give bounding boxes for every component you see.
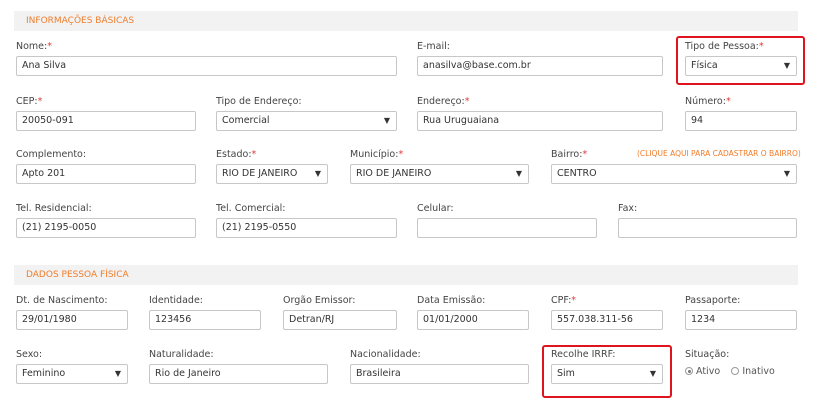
chevron-down-icon: ▼ bbox=[649, 369, 656, 378]
section-header-person-data: DADOS PESSOA FÍSICA bbox=[14, 265, 798, 285]
tel-residencial-input[interactable]: (21) 2195-0050 bbox=[16, 218, 196, 238]
chevron-down-icon: ▼ bbox=[783, 169, 790, 178]
chevron-down-icon: ▼ bbox=[783, 61, 790, 70]
tipo-pessoa-label: Tipo de Pessoa:* bbox=[685, 41, 764, 52]
nacionalidade-label: Nacionalidade: bbox=[350, 349, 421, 360]
situacao-label: Situação: bbox=[685, 349, 730, 360]
situacao-ativo-label: Ativo bbox=[696, 366, 721, 377]
sexo-select[interactable]: Feminino ▼ bbox=[16, 364, 128, 384]
bairro-label: Bairro:* bbox=[551, 149, 588, 160]
fax-label: Fax: bbox=[618, 203, 638, 214]
tel-residencial-label: Tel. Residencial: bbox=[16, 203, 92, 214]
situacao-inativo-label: Inativo bbox=[742, 366, 775, 377]
estado-label: Estado:* bbox=[216, 149, 257, 160]
tipo-endereco-select[interactable]: Comercial ▼ bbox=[216, 111, 397, 131]
cep-label: CEP:* bbox=[16, 96, 43, 107]
naturalidade-label: Naturalidade: bbox=[149, 349, 214, 360]
chevron-down-icon: ▼ bbox=[515, 169, 522, 178]
passaporte-input[interactable]: 1234 bbox=[685, 310, 797, 330]
situacao-ativo-radio[interactable] bbox=[685, 367, 693, 375]
sexo-value: Feminino bbox=[22, 368, 66, 379]
tel-comercial-input[interactable]: (21) 2195-0550 bbox=[216, 218, 397, 238]
situacao-inativo-radio[interactable] bbox=[731, 367, 740, 375]
tipo-endereco-label: Tipo de Endereço: bbox=[216, 96, 302, 107]
celular-label: Celular: bbox=[417, 203, 454, 214]
cep-input[interactable]: 20050-091 bbox=[16, 111, 196, 131]
bairro-select[interactable]: CENTRO ▼ bbox=[551, 164, 797, 184]
passaporte-label: Passaporte: bbox=[685, 295, 741, 306]
municipio-label: Município:* bbox=[350, 149, 404, 160]
recolhe-irrf-select[interactable]: Sim ▼ bbox=[551, 364, 663, 384]
nascimento-input[interactable]: 29/01/1980 bbox=[16, 310, 128, 330]
municipio-select[interactable]: RIO DE JANEIRO ▼ bbox=[350, 164, 529, 184]
bairro-value: CENTRO bbox=[557, 168, 597, 179]
nascimento-label: Dt. de Nascimento: bbox=[16, 295, 108, 306]
orgao-input[interactable]: Detran/RJ bbox=[283, 310, 397, 330]
municipio-value: RIO DE JANEIRO bbox=[356, 168, 432, 179]
estado-value: RIO DE JANEIRO bbox=[222, 168, 298, 179]
nome-label: Nome:* bbox=[16, 41, 52, 52]
sexo-label: Sexo: bbox=[16, 349, 43, 360]
estado-select[interactable]: RIO DE JANEIRO ▼ bbox=[216, 164, 328, 184]
endereco-label: Endereço:* bbox=[417, 96, 470, 107]
numero-input[interactable]: 94 bbox=[685, 111, 797, 131]
cadastrar-bairro-link[interactable]: (CLIQUE AQUI PARA CADASTRAR O BAIRRO) bbox=[637, 149, 801, 158]
chevron-down-icon: ▼ bbox=[114, 369, 121, 378]
naturalidade-input[interactable]: Rio de Janeiro bbox=[149, 364, 328, 384]
situacao-radio-group: Ativo Inativo bbox=[685, 366, 783, 377]
numero-label: Número:* bbox=[685, 96, 731, 107]
chevron-down-icon: ▼ bbox=[314, 169, 321, 178]
cpf-label: CPF:* bbox=[551, 295, 577, 306]
recolhe-irrf-label: Recolhe IRRF: bbox=[551, 349, 616, 360]
data-emissao-label: Data Emissão: bbox=[417, 295, 486, 306]
email-label: E-mail: bbox=[417, 41, 450, 52]
identidade-input[interactable]: 123456 bbox=[149, 310, 261, 330]
data-emissao-input[interactable]: 01/01/2000 bbox=[417, 310, 529, 330]
fax-input[interactable] bbox=[618, 218, 797, 238]
email-input[interactable]: anasilva@base.com.br bbox=[417, 56, 663, 76]
nacionalidade-input[interactable]: Brasileira bbox=[350, 364, 529, 384]
complemento-label: Complemento: bbox=[16, 149, 87, 160]
complemento-input[interactable]: Apto 201 bbox=[16, 164, 196, 184]
celular-input[interactable] bbox=[417, 218, 597, 238]
cpf-input[interactable]: 557.038.311-56 bbox=[551, 310, 663, 330]
tipo-pessoa-value: Física bbox=[691, 60, 718, 71]
nome-input[interactable]: Ana Silva bbox=[16, 56, 397, 76]
orgao-label: Orgão Emissor: bbox=[283, 295, 356, 306]
identidade-label: Identidade: bbox=[149, 295, 203, 306]
tel-comercial-label: Tel. Comercial: bbox=[216, 203, 286, 214]
tipo-endereco-value: Comercial bbox=[222, 115, 270, 126]
chevron-down-icon: ▼ bbox=[383, 116, 390, 125]
section-header-basic-info: INFORMAÇÕES BÁSICAS bbox=[14, 11, 798, 31]
endereco-input[interactable]: Rua Uruguaiana bbox=[417, 111, 663, 131]
tipo-pessoa-select[interactable]: Física ▼ bbox=[685, 56, 797, 76]
recolhe-irrf-value: Sim bbox=[557, 368, 575, 379]
